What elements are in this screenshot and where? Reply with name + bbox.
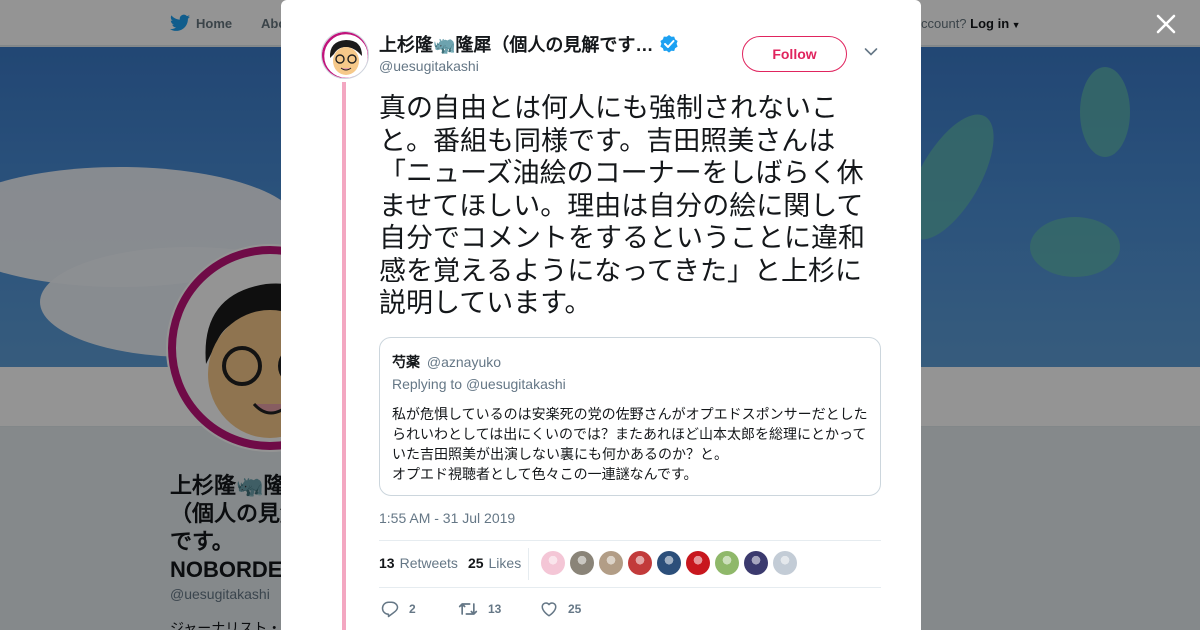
quoted-line: オプエド視聴者として色々この一連謎なんです。 <box>392 466 698 482</box>
author-name-row[interactable]: 上杉隆🦏隆犀（個人の見解です… <box>379 31 679 57</box>
quoted-replying-to: Replying to @uesugitakashi <box>392 376 566 392</box>
retweets-stat[interactable]: 13 Retweets <box>379 555 458 571</box>
likes-count: 25 <box>467 555 484 571</box>
quoted-line: 私が危惧しているのは安楽死の党の佐野さんがオプエドスポンサーだとした <box>392 406 868 422</box>
liker-avatar[interactable] <box>570 551 594 575</box>
tweet-permalink-modal: 上杉隆🦏隆犀（個人の見解です… @uesugitakashi Follow 真の… <box>281 0 921 630</box>
replying-prefix: Replying to <box>392 376 463 392</box>
tweet-text: 真の自由とは何人にも強制されないこと。番組も同様です。吉田照美さんは「ニューズ油… <box>379 93 865 318</box>
quoted-line: られいわとしては出にくいのでは？またあれほど山本太郎を総理にとかって <box>392 426 867 442</box>
thread-line <box>342 82 346 630</box>
quoted-author-name: 芍薬 <box>392 354 420 370</box>
liker-avatar[interactable] <box>715 551 739 575</box>
author-avatar[interactable] <box>321 31 369 79</box>
reply-action[interactable]: 2 <box>381 600 458 618</box>
likes-stat[interactable]: 25 Likes <box>468 555 521 571</box>
retweet-count: 13 <box>488 602 502 616</box>
liker-avatar[interactable] <box>773 551 797 575</box>
quoted-tweet[interactable]: 芍薬 @aznayuko Replying to @uesugitakashi … <box>379 337 881 496</box>
liker-avatar[interactable] <box>599 551 623 575</box>
like-action[interactable]: 25 <box>540 600 581 618</box>
tweet-timestamp[interactable]: 1:55 AM - 31 Jul 2019 <box>379 510 515 526</box>
quoted-author: 芍薬 @aznayuko <box>392 352 501 372</box>
stats-divider <box>528 548 529 580</box>
reply-count: 2 <box>409 602 416 616</box>
tweet-actions: 2 13 25 <box>381 600 581 618</box>
quoted-tweet-text: 私が危惧しているのは安楽死の党の佐野さんがオプエドスポンサーだとした られいわと… <box>392 404 872 484</box>
quoted-author-handle: @aznayuko <box>426 354 502 370</box>
heart-icon <box>541 602 557 617</box>
liker-avatar[interactable] <box>628 551 652 575</box>
author-handle[interactable]: @uesugitakashi <box>379 58 479 74</box>
liker-avatar[interactable] <box>657 551 681 575</box>
liker-avatar[interactable] <box>541 551 565 575</box>
quoted-line: いた吉田照美が出演しない裏にも何かあるのか？と。 <box>392 446 728 462</box>
divider <box>379 540 881 541</box>
author-name[interactable]: 上杉隆🦏隆犀（個人の見解です… <box>379 31 653 57</box>
divider <box>379 587 881 588</box>
liker-avatar[interactable] <box>686 551 710 575</box>
liker-avatars <box>541 551 802 575</box>
retweets-label: Retweets <box>399 555 458 571</box>
tweet-stats: 13 Retweets 25 Likes <box>379 555 531 571</box>
chevron-down-icon[interactable] <box>864 47 878 57</box>
replying-to-handle[interactable]: @uesugitakashi <box>466 376 566 392</box>
liker-avatar[interactable] <box>744 551 768 575</box>
retweet-action[interactable]: 13 <box>458 600 540 618</box>
close-icon[interactable] <box>1154 12 1178 36</box>
retweets-count: 13 <box>379 555 395 571</box>
retweet-icon <box>458 603 478 615</box>
likes-label: Likes <box>488 555 522 571</box>
reply-icon <box>381 601 399 618</box>
follow-button[interactable]: Follow <box>742 36 847 72</box>
verified-badge-icon <box>660 35 679 53</box>
like-count: 25 <box>568 602 582 616</box>
